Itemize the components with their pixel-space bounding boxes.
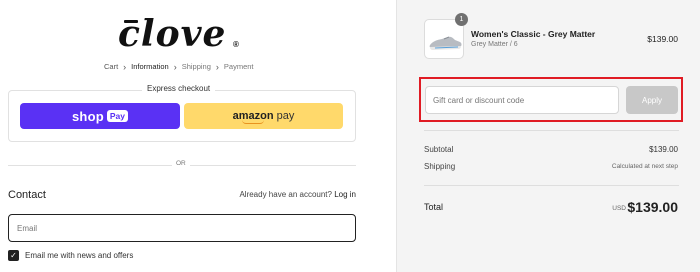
express-checkout-title: Express checkout bbox=[142, 84, 216, 93]
registered-mark: ® bbox=[233, 40, 239, 49]
email-field[interactable]: Email bbox=[8, 214, 356, 242]
amazon-pay-text: pay bbox=[276, 110, 295, 122]
login-link[interactable]: Log in bbox=[334, 190, 356, 199]
chevron-right-icon: › bbox=[215, 61, 219, 72]
discount-code-input[interactable]: Gift card or discount code bbox=[425, 86, 619, 114]
total-value: $139.00 bbox=[627, 199, 678, 215]
amazon-smile-icon bbox=[242, 120, 264, 124]
checkout-page: clove ® Cart › Information › Shipping › … bbox=[0, 0, 700, 272]
contact-heading: Contact bbox=[8, 189, 46, 201]
account-prompt: Already have an account? Log in bbox=[239, 190, 356, 199]
subtotal-label: Subtotal bbox=[424, 145, 454, 154]
clove-logo[interactable]: clove ® bbox=[118, 12, 248, 56]
breadcrumb-shipping: Shipping bbox=[181, 62, 211, 71]
shop-pay-button[interactable]: shop Pay bbox=[20, 103, 180, 129]
shipping-value: Calculated at next step bbox=[611, 163, 678, 170]
newsletter-label: Email me with news and offers bbox=[25, 251, 134, 260]
apply-button[interactable]: Apply bbox=[626, 86, 678, 114]
email-placeholder: Email bbox=[17, 223, 38, 233]
breadcrumb: Cart › Information › Shipping › Payment bbox=[104, 62, 254, 71]
chevron-right-icon: › bbox=[123, 61, 127, 72]
checkout-form-panel: clove ® Cart › Information › Shipping › … bbox=[0, 0, 396, 272]
order-summary-panel: 1 Women's Classic - Grey Matter Grey Mat… bbox=[396, 0, 700, 272]
subtotal-value: $139.00 bbox=[649, 145, 678, 154]
newsletter-checkbox[interactable]: ✓ bbox=[8, 250, 19, 261]
newsletter-option[interactable]: ✓ Email me with news and offers bbox=[8, 250, 133, 261]
product-price: $139.00 bbox=[647, 34, 678, 44]
quantity-badge: 1 bbox=[455, 13, 468, 26]
discount-code-placeholder: Gift card or discount code bbox=[433, 95, 525, 105]
breadcrumb-information: Information bbox=[131, 62, 169, 71]
chevron-right-icon: › bbox=[173, 61, 177, 72]
total-label: Total bbox=[424, 202, 444, 212]
summary-divider bbox=[424, 130, 679, 131]
breadcrumb-payment: Payment bbox=[223, 62, 254, 71]
total-divider bbox=[424, 185, 679, 186]
shipping-label: Shipping bbox=[424, 162, 456, 171]
product-name: Women's Classic - Grey Matter bbox=[471, 29, 596, 39]
product-variant: Grey Matter / 6 bbox=[471, 41, 518, 48]
breadcrumb-cart[interactable]: Cart bbox=[104, 62, 118, 71]
shoe-icon bbox=[429, 36, 462, 50]
amazon-pay-button[interactable]: amazon pay bbox=[184, 103, 343, 129]
logo-wordmark: clove bbox=[118, 13, 227, 55]
shop-pay-logo-text: shop bbox=[72, 108, 104, 124]
account-prompt-text: Already have an account? bbox=[239, 190, 332, 199]
total-currency: USD bbox=[612, 205, 626, 212]
or-label: OR bbox=[172, 160, 190, 167]
shop-pay-badge: Pay bbox=[106, 110, 128, 122]
